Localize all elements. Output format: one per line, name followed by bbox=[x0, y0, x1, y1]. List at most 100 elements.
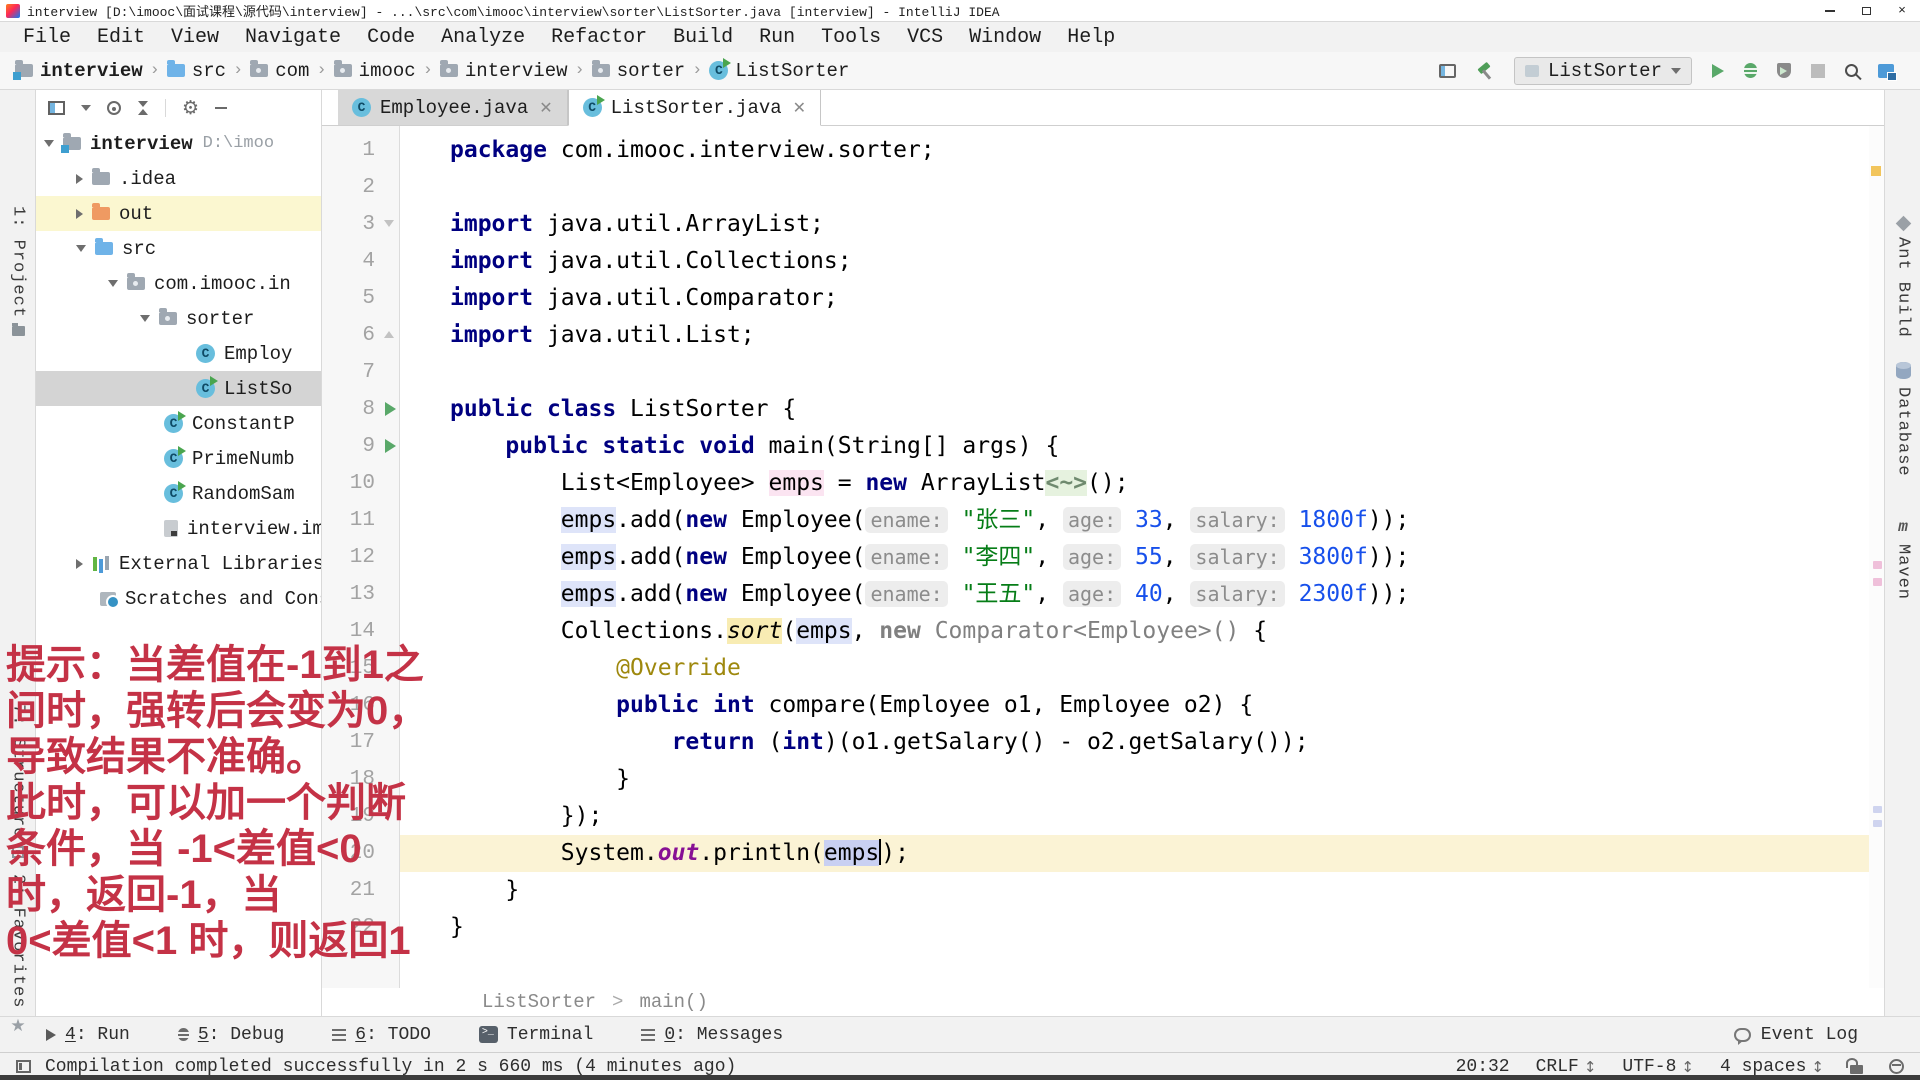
menu-item-view[interactable]: View bbox=[158, 26, 232, 49]
sidebar-item-maven[interactable]: m Maven bbox=[1885, 518, 1920, 600]
tree-item-scratches-and-cons[interactable]: Scratches and Cons bbox=[36, 581, 321, 616]
toolwindow-button--run[interactable]: 4: Run bbox=[46, 1025, 130, 1045]
gutter-line-number[interactable]: 4 bbox=[322, 243, 399, 280]
code-line-11[interactable]: emps.add(new Employee(ename: "张三", age: … bbox=[450, 502, 1884, 539]
maximize-button[interactable] bbox=[1848, 0, 1884, 21]
toolwindow-toggle-icon[interactable] bbox=[16, 1060, 31, 1073]
tree-item-out[interactable]: out bbox=[36, 196, 321, 231]
code-line-15[interactable]: @Override bbox=[450, 650, 1884, 687]
menu-item-navigate[interactable]: Navigate bbox=[232, 26, 354, 49]
build-hammer-icon[interactable] bbox=[1476, 62, 1494, 80]
code-line-18[interactable]: } bbox=[450, 761, 1884, 798]
sidebar-item-favorites[interactable]: 2: Favorites ★ bbox=[0, 874, 36, 1036]
gutter-line-number[interactable]: 1 bbox=[322, 132, 399, 169]
chevron-down-icon[interactable] bbox=[108, 280, 118, 287]
gutter-line-number[interactable]: 22 bbox=[322, 909, 399, 946]
locate-file-icon[interactable] bbox=[107, 101, 121, 115]
menu-item-build[interactable]: Build bbox=[660, 26, 746, 49]
code-line-20[interactable]: System.out.println(emps); bbox=[400, 835, 1884, 872]
hide-panel-icon[interactable] bbox=[215, 107, 227, 109]
gutter-line-number[interactable]: 16 bbox=[322, 687, 399, 724]
stop-button[interactable] bbox=[1811, 64, 1825, 78]
code-line-12[interactable]: emps.add(new Employee(ename: "李四", age: … bbox=[450, 539, 1884, 576]
run-button[interactable] bbox=[1712, 64, 1724, 78]
line-ending-select[interactable]: CRLF↕ bbox=[1536, 1057, 1597, 1077]
gutter-line-number[interactable]: 3 bbox=[322, 206, 399, 243]
breadcrumb-item-imooc[interactable]: imooc bbox=[331, 60, 419, 82]
gutter-line-number[interactable]: 17 bbox=[322, 724, 399, 761]
gutter-line-number[interactable]: 13 bbox=[322, 576, 399, 613]
code-editor[interactable]: 12345678910111213141516171819202122 pack… bbox=[322, 126, 1884, 988]
code-line-3[interactable]: import java.util.ArrayList; bbox=[450, 206, 1884, 243]
breadcrumb-item-listsorter[interactable]: CListSorter bbox=[706, 60, 852, 82]
editor-gutter[interactable]: 12345678910111213141516171819202122 bbox=[322, 126, 400, 988]
sidebar-item-structure[interactable]: 7: Structure bbox=[0, 704, 36, 858]
menu-item-refactor[interactable]: Refactor bbox=[538, 26, 660, 49]
tree-item-randomsam[interactable]: CRandomSam bbox=[36, 476, 321, 511]
code-content[interactable]: package com.imooc.interview.sorter; impor… bbox=[400, 126, 1884, 988]
tree-item-interview-iml[interactable]: interview.iml bbox=[36, 511, 321, 546]
fold-marker-icon[interactable] bbox=[384, 331, 394, 338]
tree-item-constantp[interactable]: CConstantP bbox=[36, 406, 321, 441]
code-line-21[interactable]: } bbox=[450, 872, 1884, 909]
menu-item-vcs[interactable]: VCS bbox=[894, 26, 956, 49]
coverage-button[interactable] bbox=[1777, 63, 1791, 78]
sidebar-item-database[interactable]: Database bbox=[1885, 362, 1920, 477]
breadcrumb-class[interactable]: ListSorter bbox=[482, 991, 596, 1013]
run-config-select[interactable]: ListSorter bbox=[1514, 57, 1692, 85]
toolwindow-button-terminal[interactable]: Terminal bbox=[479, 1025, 593, 1045]
tree-item-com-imooc-in[interactable]: com.imooc.in bbox=[36, 266, 321, 301]
gear-icon[interactable]: ⚙ bbox=[182, 99, 199, 118]
project-structure-icon[interactable] bbox=[1878, 64, 1894, 78]
breadcrumb-item-src[interactable]: src bbox=[164, 60, 229, 82]
hector-inspector-icon[interactable] bbox=[1889, 1059, 1904, 1074]
tree-item-interview[interactable]: interviewD:\imoo bbox=[36, 126, 321, 161]
gutter-line-number[interactable]: 2 bbox=[322, 169, 399, 206]
caret-position[interactable]: 20:32 bbox=[1456, 1057, 1510, 1077]
menu-item-code[interactable]: Code bbox=[354, 26, 428, 49]
tab-listsorter-java[interactable]: CListSorter.java✕ bbox=[568, 90, 821, 126]
code-line-2[interactable] bbox=[450, 169, 1884, 206]
chevron-down-icon[interactable] bbox=[81, 105, 91, 111]
toolwindow-button--debug[interactable]: 5: Debug bbox=[178, 1025, 284, 1045]
menu-item-run[interactable]: Run bbox=[746, 26, 808, 49]
gutter-line-number[interactable]: 8 bbox=[322, 391, 399, 428]
code-line-16[interactable]: public int compare(Employee o1, Employee… bbox=[450, 687, 1884, 724]
gutter-line-number[interactable]: 10 bbox=[322, 465, 399, 502]
run-line-icon[interactable] bbox=[385, 439, 396, 453]
chevron-down-icon[interactable] bbox=[76, 245, 86, 252]
tab-employee-java[interactable]: CEmployee.java✕ bbox=[338, 90, 568, 125]
inspection-status-icon[interactable] bbox=[1871, 166, 1881, 176]
breadcrumb-item-com[interactable]: com bbox=[247, 60, 312, 82]
tree-item-src[interactable]: src bbox=[36, 231, 321, 266]
code-line-7[interactable] bbox=[450, 354, 1884, 391]
chevron-down-icon[interactable] bbox=[44, 140, 54, 147]
chevron-right-icon[interactable] bbox=[76, 559, 83, 569]
search-icon[interactable] bbox=[1845, 64, 1858, 77]
gutter-line-number[interactable]: 21 bbox=[322, 872, 399, 909]
gutter-line-number[interactable]: 11 bbox=[322, 502, 399, 539]
chevron-down-icon[interactable] bbox=[140, 315, 150, 322]
gutter-line-number[interactable]: 5 bbox=[322, 280, 399, 317]
menu-item-analyze[interactable]: Analyze bbox=[428, 26, 538, 49]
indent-select[interactable]: 4 spaces↕ bbox=[1720, 1057, 1824, 1077]
gutter-line-number[interactable]: 12 bbox=[322, 539, 399, 576]
code-line-6[interactable]: import java.util.List; bbox=[450, 317, 1884, 354]
tree-item-external-libraries[interactable]: External Libraries bbox=[36, 546, 321, 581]
breadcrumb-item-sorter[interactable]: sorter bbox=[589, 60, 688, 82]
code-line-4[interactable]: import java.util.Collections; bbox=[450, 243, 1884, 280]
close-icon[interactable]: ✕ bbox=[539, 98, 552, 118]
gutter-line-number[interactable]: 15 bbox=[322, 650, 399, 687]
gutter-line-number[interactable]: 19 bbox=[322, 798, 399, 835]
gutter-line-number[interactable]: 14 bbox=[322, 613, 399, 650]
breadcrumb-item-interview[interactable]: interview bbox=[12, 60, 146, 82]
run-line-icon[interactable] bbox=[385, 402, 396, 416]
gutter-line-number[interactable]: 20 bbox=[322, 835, 399, 872]
code-line-22[interactable]: } bbox=[450, 909, 1884, 946]
code-line-9[interactable]: public static void main(String[] args) { bbox=[450, 428, 1884, 465]
code-line-1[interactable]: package com.imooc.interview.sorter; bbox=[450, 132, 1884, 169]
chevron-right-icon[interactable] bbox=[76, 174, 83, 184]
collapse-all-icon[interactable] bbox=[137, 101, 149, 115]
gutter-line-number[interactable]: 7 bbox=[322, 354, 399, 391]
breadcrumb-item-interview[interactable]: interview bbox=[437, 60, 571, 82]
